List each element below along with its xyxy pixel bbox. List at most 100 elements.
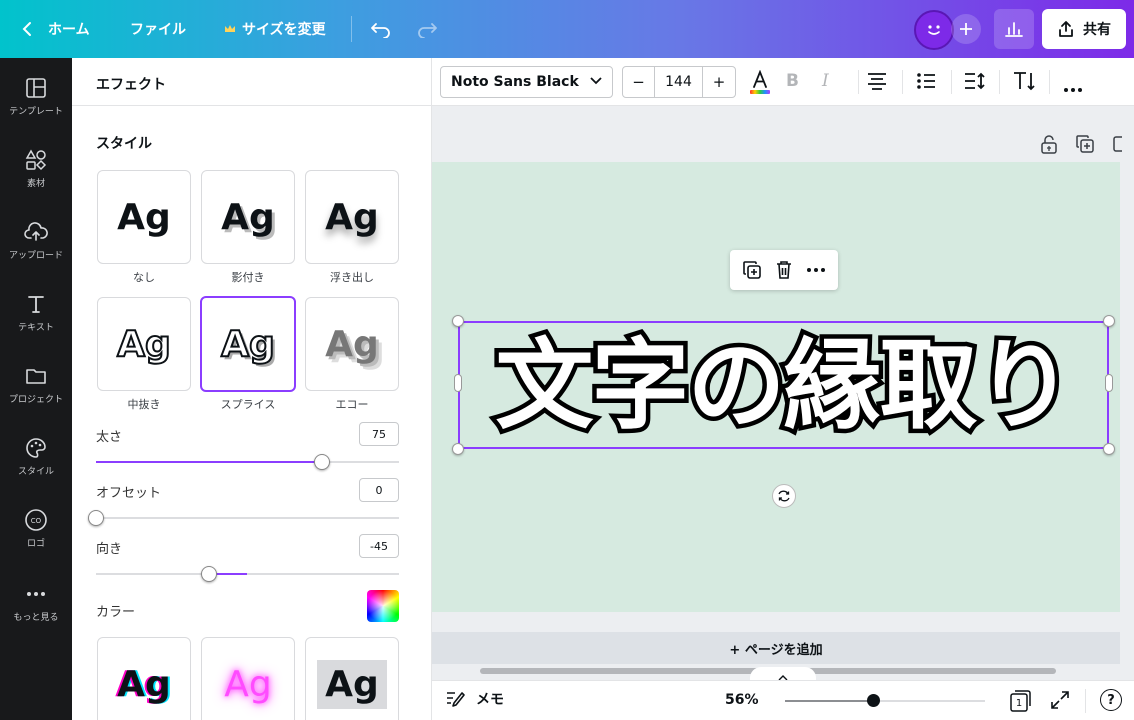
rail-label: もっと見る xyxy=(13,613,59,623)
file-menu-button[interactable]: ファイル xyxy=(130,0,186,58)
direction-slider-track[interactable] xyxy=(96,573,399,575)
more-icon[interactable] xyxy=(806,267,826,273)
offset-slider-track[interactable] xyxy=(96,517,399,519)
offset-label: オフセット xyxy=(96,486,162,501)
undo-button[interactable] xyxy=(370,0,392,58)
rail-item-text[interactable]: テキスト xyxy=(0,292,72,356)
redo-button[interactable] xyxy=(416,0,438,58)
page-count-button[interactable]: 1 xyxy=(1008,689,1032,713)
card-preview: Ag xyxy=(325,196,379,238)
font-size-stepper: − 144 + xyxy=(622,66,736,98)
offset-slider-knob[interactable] xyxy=(88,510,104,526)
style-card-hollow[interactable]: Ag xyxy=(97,297,191,391)
spacing-button[interactable] xyxy=(964,72,986,94)
lock-button[interactable] xyxy=(1040,134,1058,158)
share-button[interactable]: 共有 xyxy=(1042,9,1126,49)
style-label: 中抜き xyxy=(127,398,161,411)
bar-chart-icon xyxy=(1004,20,1024,38)
font-dropdown[interactable]: Noto Sans Black xyxy=(440,66,613,98)
style-card-neon[interactable]: Ag xyxy=(201,637,295,720)
thickness-slider-knob[interactable] xyxy=(314,454,330,470)
style-card-glitch[interactable]: Ag xyxy=(97,637,191,720)
resize-handle[interactable] xyxy=(1103,443,1115,455)
top-bar: ホーム ファイル サイズを変更 共有 xyxy=(0,0,1134,58)
direction-slider-knob[interactable] xyxy=(201,566,217,582)
duplicate-page-button[interactable] xyxy=(1076,135,1094,157)
rail-item-styles[interactable]: スタイル xyxy=(0,436,72,500)
resize-button[interactable]: サイズを変更 xyxy=(224,0,326,58)
add-collaborator-button[interactable] xyxy=(951,14,981,44)
font-size-input[interactable]: 144 xyxy=(655,67,703,97)
trash-icon[interactable] xyxy=(775,260,793,280)
font-name: Noto Sans Black xyxy=(451,74,579,90)
list-button[interactable] xyxy=(916,72,936,94)
bold-button[interactable]: B xyxy=(786,71,799,91)
rail-item-templates[interactable]: テンプレート xyxy=(0,76,72,140)
style-card-shadow[interactable]: Ag xyxy=(201,170,295,264)
zoom-value[interactable]: 56% xyxy=(725,692,759,708)
insights-button[interactable] xyxy=(994,9,1034,49)
rail-label: スタイル xyxy=(17,467,54,477)
card-preview: Ag xyxy=(224,663,272,705)
rotate-icon xyxy=(777,489,791,503)
divider xyxy=(72,105,431,106)
card-preview: Ag xyxy=(317,659,387,709)
resize-handle[interactable] xyxy=(452,315,464,327)
resize-handle[interactable] xyxy=(454,374,462,392)
add-page-button[interactable]: + ページを追加 xyxy=(432,632,1120,664)
rail-item-projects[interactable]: プロジェクト xyxy=(0,364,72,428)
more-options-button[interactable] xyxy=(1063,78,1083,97)
card-preview: Ag xyxy=(220,323,276,366)
color-swatch[interactable] xyxy=(367,590,399,622)
notes-icon xyxy=(446,690,466,708)
help-button[interactable]: ? xyxy=(1100,689,1122,711)
text-orientation-button[interactable] xyxy=(1012,71,1036,95)
rail-item-elements[interactable]: 素材 xyxy=(0,148,72,212)
template-icon xyxy=(25,76,47,100)
card-preview: Ag xyxy=(117,196,171,238)
text-color-icon xyxy=(748,70,772,96)
rotate-handle[interactable] xyxy=(772,484,796,508)
add-page-icon-button[interactable] xyxy=(1112,135,1122,153)
design-page[interactable]: 文字の縁取り xyxy=(432,162,1120,612)
style-card-splice[interactable]: Ag xyxy=(200,296,296,392)
resize-handle[interactable] xyxy=(1105,374,1113,392)
main-text[interactable]: 文字の縁取り xyxy=(462,325,1105,448)
elements-icon xyxy=(25,148,47,172)
file-label: ファイル xyxy=(130,22,186,38)
share-label: 共有 xyxy=(1083,22,1111,38)
align-button[interactable] xyxy=(867,72,887,94)
italic-button[interactable]: I xyxy=(822,71,829,91)
offset-value[interactable]: 0 xyxy=(359,478,399,502)
rail-item-more[interactable]: もっと見る xyxy=(0,582,72,646)
home-button[interactable]: ホーム xyxy=(22,0,90,58)
expand-icon xyxy=(1050,690,1070,710)
style-card-none[interactable]: Ag xyxy=(97,170,191,264)
resize-handle[interactable] xyxy=(452,443,464,455)
style-card-lift[interactable]: Ag xyxy=(305,170,399,264)
direction-value[interactable]: -45 xyxy=(359,534,399,558)
logo-icon: CO xyxy=(24,508,48,532)
chevron-down-icon xyxy=(590,77,602,85)
divider xyxy=(351,16,352,42)
font-size-increase-button[interactable]: + xyxy=(703,67,735,97)
color-swatch-overlay xyxy=(367,590,399,622)
effects-panel: エフェクト スタイル Ag なし Ag 影付き Ag 浮き出し Ag 中抜き A… xyxy=(72,58,432,720)
text-color-button[interactable] xyxy=(748,70,772,96)
panel-title: エフェクト xyxy=(96,77,166,93)
resize-handle[interactable] xyxy=(1103,315,1115,327)
rail-item-uploads[interactable]: アップロード xyxy=(0,220,72,284)
zoom-slider-knob[interactable] xyxy=(867,694,880,707)
style-card-echo[interactable]: Ag xyxy=(305,297,399,391)
divider xyxy=(951,70,952,94)
notes-button[interactable]: メモ xyxy=(446,689,504,709)
copy-icon[interactable] xyxy=(742,260,762,280)
avatar[interactable] xyxy=(914,10,954,50)
style-label: 浮き出し xyxy=(330,271,374,284)
rail-item-logos[interactable]: CO ロゴ xyxy=(0,508,72,572)
style-card-background[interactable]: Ag xyxy=(305,637,399,720)
rail-label: プロジェクト xyxy=(8,395,63,405)
font-size-decrease-button[interactable]: − xyxy=(623,67,655,97)
thickness-value[interactable]: 75 xyxy=(359,422,399,446)
fullscreen-button[interactable] xyxy=(1050,690,1070,714)
